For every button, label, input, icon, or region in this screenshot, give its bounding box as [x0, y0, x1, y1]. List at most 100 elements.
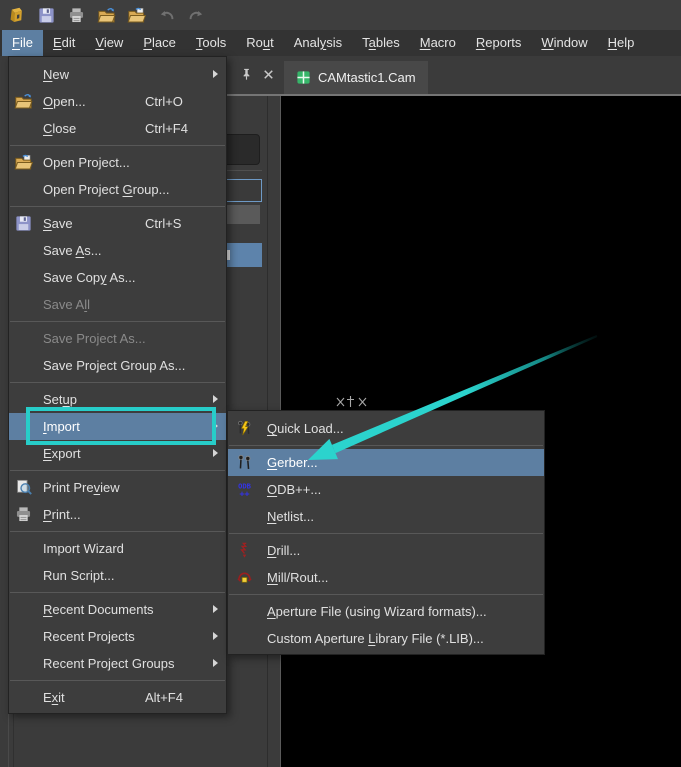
menu-separator: [10, 321, 225, 322]
menu-item-gerber[interactable]: Gerber...: [228, 449, 544, 476]
menu-item-import-wizard[interactable]: Import Wizard: [9, 535, 226, 562]
menu-item-save-as[interactable]: Save As...: [9, 237, 226, 264]
menu-separator: [10, 382, 225, 383]
menu-item-label: Import Wizard: [43, 541, 124, 556]
menu-item-label: Open Project...: [43, 155, 130, 170]
menu-item-label: Aperture File (using Wizard formats)...: [267, 604, 487, 619]
menu-item-label: Exit: [43, 690, 65, 705]
altium-logo-button[interactable]: [7, 6, 26, 25]
menu-item-open[interactable]: Open... Ctrl+O: [9, 88, 226, 115]
menu-separator: [10, 470, 225, 471]
menu-item-label: Print...: [43, 507, 81, 522]
menu-item-label: Gerber...: [267, 455, 318, 470]
menu-item-save-copy-as[interactable]: Save Copy As...: [9, 264, 226, 291]
menu-item-drill[interactable]: Drill...: [228, 537, 544, 564]
menu-item-netlist[interactable]: Netlist...: [228, 503, 544, 530]
menu-separator: [229, 594, 543, 595]
menubar-item-edit[interactable]: Edit: [43, 30, 85, 56]
menu-item-label: Netlist...: [267, 509, 314, 524]
undo-button[interactable]: [157, 6, 176, 25]
menu-item-recent-documents[interactable]: Recent Documents: [9, 596, 226, 623]
menu-item-quick-load[interactable]: Quick Load...: [228, 415, 544, 442]
menubar-item-reports[interactable]: Reports: [466, 30, 532, 56]
open-project-button[interactable]: [127, 6, 146, 25]
gerber-icon: [235, 453, 254, 472]
menu-item-label: Open Project Group...: [43, 182, 169, 197]
menu-item-odb[interactable]: ODB++ODB++...: [228, 476, 544, 503]
mill-rout-icon: [235, 568, 254, 587]
submenu-arrow-icon: [213, 659, 218, 667]
menu-item-close[interactable]: Close Ctrl+F4: [9, 115, 226, 142]
cam-document-icon: [296, 70, 311, 85]
menubar-item-place[interactable]: Place: [133, 30, 186, 56]
menu-item-label: Save All: [43, 297, 90, 312]
toolbar: [0, 0, 681, 30]
menu-item-label: Run Script...: [43, 568, 115, 583]
annotation-highlight-box: [26, 407, 216, 445]
menu-separator: [229, 445, 543, 446]
menu-item-exit[interactable]: ExitAlt+F4: [9, 684, 226, 711]
menu-item-custom-aperture-library-file-lib[interactable]: Custom Aperture Library File (*.LIB)...: [228, 625, 544, 652]
menu-separator: [10, 145, 225, 146]
menu-shortcut: Ctrl+F4: [145, 115, 188, 142]
submenu-arrow-icon: [213, 70, 218, 78]
menubar-item-tools[interactable]: Tools: [186, 30, 236, 56]
menubar-item-analysis[interactable]: Analysis: [284, 30, 352, 56]
menubar-item-help[interactable]: Help: [598, 30, 645, 56]
menu-item-aperture-file-using-wizard-formats[interactable]: Aperture File (using Wizard formats)...: [228, 598, 544, 625]
odbpp-icon: ODB++: [235, 480, 254, 499]
menu-item-save-project-group-as[interactable]: Save Project Group As...: [9, 352, 226, 379]
menu-item-label: Drill...: [267, 543, 300, 558]
menu-item-save[interactable]: SaveCtrl+S: [9, 210, 226, 237]
panel-border: [13, 714, 14, 767]
menu-item-save-project-as[interactable]: Save Project As...: [9, 325, 226, 352]
menu-item-label: Save As...: [43, 243, 102, 258]
menu-bar: FileEditViewPlaceToolsRoutAnalysisTables…: [0, 30, 681, 56]
menu-item-label: Save: [43, 216, 73, 231]
save-button[interactable]: [37, 6, 56, 25]
menu-item-print-preview[interactable]: Print Preview: [9, 474, 226, 501]
menu-item-mill-rout[interactable]: Mill/Rout...: [228, 564, 544, 591]
redo-button[interactable]: [187, 6, 206, 25]
menu-item-label: Mill/Rout...: [267, 570, 328, 585]
menu-item-label: Close: [43, 121, 76, 136]
menu-item-recent-projects[interactable]: Recent Projects: [9, 623, 226, 650]
menu-item-new[interactable]: New: [9, 61, 226, 88]
menu-item-label: Open...: [43, 94, 86, 109]
print-button[interactable]: [67, 6, 86, 25]
pin-icon[interactable]: [239, 67, 254, 82]
menu-shortcut: Ctrl+O: [145, 88, 183, 115]
menu-item-label: New: [43, 67, 69, 82]
open-folder-button[interactable]: [97, 6, 116, 25]
menubar-item-tables[interactable]: Tables: [352, 30, 410, 56]
panel-border: [8, 714, 9, 767]
tab-camtastic1-cam[interactable]: CAMtastic1.Cam: [284, 61, 428, 94]
menubar-item-view[interactable]: View: [85, 30, 133, 56]
menu-separator: [10, 206, 225, 207]
tab-label: CAMtastic1.Cam: [318, 70, 416, 85]
submenu-arrow-icon: [213, 605, 218, 613]
close-icon[interactable]: [261, 67, 276, 82]
menubar-item-file[interactable]: File: [2, 30, 43, 56]
submenu-arrow-icon: [213, 632, 218, 640]
menubar-item-macro[interactable]: Macro: [410, 30, 466, 56]
menu-item-label: Save Copy As...: [43, 270, 136, 285]
svg-text:++: ++: [240, 489, 250, 499]
submenu-arrow-icon: [213, 449, 218, 457]
menu-item-recent-project-groups[interactable]: Recent Project Groups: [9, 650, 226, 677]
file-menu: New Open... Ctrl+O Close Ctrl+F4 Open Project…: [8, 56, 227, 714]
origin-marker-icon: [335, 393, 369, 410]
menu-item-save-all[interactable]: Save All: [9, 291, 226, 318]
menu-item-open-project-group[interactable]: Open Project Group...: [9, 176, 226, 203]
menubar-item-rout[interactable]: Rout: [236, 30, 283, 56]
menu-item-run-script[interactable]: Run Script...: [9, 562, 226, 589]
menu-separator: [10, 592, 225, 593]
menu-item-print[interactable]: Print...: [9, 501, 226, 528]
menu-item-open-project[interactable]: Open Project...: [9, 149, 226, 176]
menu-item-label: Recent Project Groups: [43, 656, 175, 671]
menu-item-label: Save Project As...: [43, 331, 146, 346]
menu-item-label: Save Project Group As...: [43, 358, 185, 373]
menubar-item-window[interactable]: Window: [531, 30, 597, 56]
menu-item-label: Export: [43, 446, 81, 461]
import-submenu: Quick Load... Gerber... ODB++ODB++... Netli…: [227, 410, 545, 655]
